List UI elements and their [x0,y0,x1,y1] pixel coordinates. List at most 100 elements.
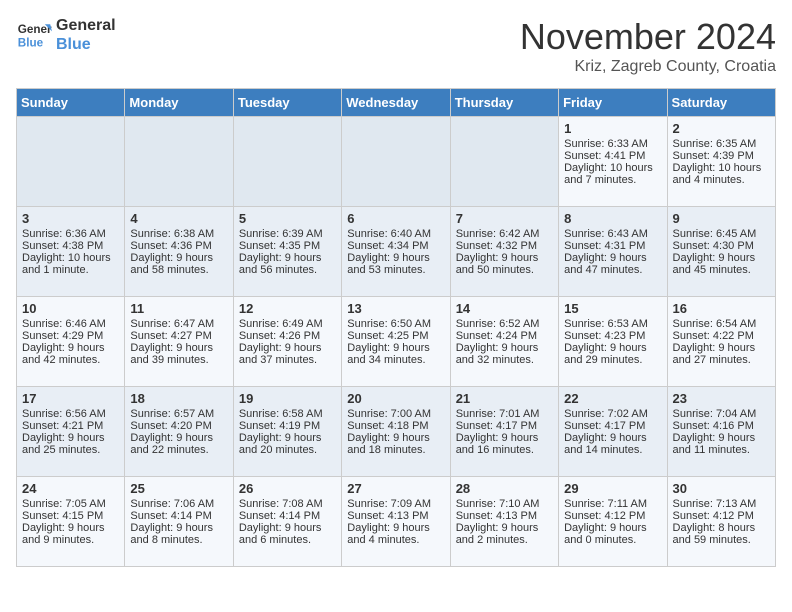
day-number: 20 [347,391,444,406]
day-number: 28 [456,481,553,496]
day-info: Daylight: 10 hours and 1 minute. [22,252,119,276]
day-info: Daylight: 9 hours and 11 minutes. [673,432,770,456]
day-number: 18 [130,391,227,406]
day-number: 27 [347,481,444,496]
day-number: 10 [22,301,119,316]
day-info: Sunrise: 7:00 AM [347,408,444,420]
day-info: Sunrise: 6:46 AM [22,318,119,330]
location: Kriz, Zagreb County, Croatia [520,58,776,76]
day-info: Sunset: 4:22 PM [673,330,770,342]
day-info: Sunset: 4:21 PM [22,420,119,432]
header-monday: Monday [125,89,233,117]
logo-icon: General Blue [16,17,52,53]
day-info: Daylight: 9 hours and 27 minutes. [673,342,770,366]
day-info: Sunrise: 6:33 AM [564,138,661,150]
day-number: 21 [456,391,553,406]
day-info: Sunrise: 6:56 AM [22,408,119,420]
calendar-table: SundayMondayTuesdayWednesdayThursdayFrid… [16,88,776,567]
day-info: Daylight: 9 hours and 9 minutes. [22,522,119,546]
day-info: Daylight: 9 hours and 4 minutes. [347,522,444,546]
logo-line1: General [56,16,116,35]
calendar-cell: 6Sunrise: 6:40 AMSunset: 4:34 PMDaylight… [342,207,450,297]
month-title: November 2024 [520,16,776,58]
calendar-cell: 20Sunrise: 7:00 AMSunset: 4:18 PMDayligh… [342,387,450,477]
calendar-cell: 30Sunrise: 7:13 AMSunset: 4:12 PMDayligh… [667,477,775,567]
day-info: Sunrise: 6:52 AM [456,318,553,330]
day-info: Sunrise: 7:09 AM [347,498,444,510]
day-info: Sunrise: 6:36 AM [22,228,119,240]
day-info: Sunset: 4:14 PM [130,510,227,522]
day-info: Sunset: 4:38 PM [22,240,119,252]
day-number: 30 [673,481,770,496]
day-info: Sunset: 4:27 PM [130,330,227,342]
day-info: Sunset: 4:32 PM [456,240,553,252]
calendar-cell: 7Sunrise: 6:42 AMSunset: 4:32 PMDaylight… [450,207,558,297]
header-sunday: Sunday [17,89,125,117]
calendar-week-0: 1Sunrise: 6:33 AMSunset: 4:41 PMDaylight… [17,117,776,207]
day-number: 14 [456,301,553,316]
calendar-cell: 1Sunrise: 6:33 AMSunset: 4:41 PMDaylight… [559,117,667,207]
day-info: Daylight: 9 hours and 14 minutes. [564,432,661,456]
calendar-week-1: 3Sunrise: 6:36 AMSunset: 4:38 PMDaylight… [17,207,776,297]
day-number: 13 [347,301,444,316]
day-info: Daylight: 10 hours and 7 minutes. [564,162,661,186]
calendar-cell: 4Sunrise: 6:38 AMSunset: 4:36 PMDaylight… [125,207,233,297]
day-info: Sunrise: 7:11 AM [564,498,661,510]
day-info: Sunset: 4:17 PM [564,420,661,432]
day-info: Daylight: 9 hours and 18 minutes. [347,432,444,456]
day-info: Sunset: 4:35 PM [239,240,336,252]
day-info: Daylight: 9 hours and 45 minutes. [673,252,770,276]
day-info: Sunset: 4:23 PM [564,330,661,342]
day-number: 24 [22,481,119,496]
day-info: Sunrise: 7:04 AM [673,408,770,420]
header-friday: Friday [559,89,667,117]
day-info: Daylight: 9 hours and 25 minutes. [22,432,119,456]
calendar-cell: 19Sunrise: 6:58 AMSunset: 4:19 PMDayligh… [233,387,341,477]
day-info: Sunset: 4:36 PM [130,240,227,252]
day-info: Daylight: 9 hours and 42 minutes. [22,342,119,366]
day-info: Sunset: 4:14 PM [239,510,336,522]
calendar-cell: 15Sunrise: 6:53 AMSunset: 4:23 PMDayligh… [559,297,667,387]
calendar-cell [450,117,558,207]
day-number: 15 [564,301,661,316]
day-number: 3 [22,211,119,226]
calendar-cell: 11Sunrise: 6:47 AMSunset: 4:27 PMDayligh… [125,297,233,387]
day-info: Sunrise: 7:02 AM [564,408,661,420]
day-info: Sunset: 4:29 PM [22,330,119,342]
calendar-header-row: SundayMondayTuesdayWednesdayThursdayFrid… [17,89,776,117]
day-info: Sunset: 4:31 PM [564,240,661,252]
day-info: Sunset: 4:12 PM [564,510,661,522]
calendar-cell: 22Sunrise: 7:02 AMSunset: 4:17 PMDayligh… [559,387,667,477]
day-info: Sunrise: 6:40 AM [347,228,444,240]
logo: General Blue General Blue [16,16,116,54]
day-info: Daylight: 9 hours and 20 minutes. [239,432,336,456]
day-info: Daylight: 9 hours and 2 minutes. [456,522,553,546]
day-info: Daylight: 9 hours and 22 minutes. [130,432,227,456]
calendar-cell: 29Sunrise: 7:11 AMSunset: 4:12 PMDayligh… [559,477,667,567]
calendar-week-3: 17Sunrise: 6:56 AMSunset: 4:21 PMDayligh… [17,387,776,477]
day-info: Daylight: 9 hours and 47 minutes. [564,252,661,276]
calendar-body: 1Sunrise: 6:33 AMSunset: 4:41 PMDaylight… [17,117,776,567]
day-info: Sunrise: 6:50 AM [347,318,444,330]
calendar-cell: 13Sunrise: 6:50 AMSunset: 4:25 PMDayligh… [342,297,450,387]
day-number: 12 [239,301,336,316]
day-info: Daylight: 9 hours and 6 minutes. [239,522,336,546]
day-info: Sunset: 4:13 PM [347,510,444,522]
header-wednesday: Wednesday [342,89,450,117]
day-number: 26 [239,481,336,496]
day-number: 19 [239,391,336,406]
day-info: Sunset: 4:25 PM [347,330,444,342]
day-info: Sunset: 4:15 PM [22,510,119,522]
calendar-cell: 12Sunrise: 6:49 AMSunset: 4:26 PMDayligh… [233,297,341,387]
day-info: Daylight: 10 hours and 4 minutes. [673,162,770,186]
calendar-cell [125,117,233,207]
day-number: 1 [564,121,661,136]
day-number: 16 [673,301,770,316]
calendar-cell: 8Sunrise: 6:43 AMSunset: 4:31 PMDaylight… [559,207,667,297]
day-info: Daylight: 9 hours and 39 minutes. [130,342,227,366]
day-info: Sunset: 4:20 PM [130,420,227,432]
calendar-cell: 2Sunrise: 6:35 AMSunset: 4:39 PMDaylight… [667,117,775,207]
day-info: Sunrise: 6:54 AM [673,318,770,330]
day-number: 4 [130,211,227,226]
day-info: Daylight: 9 hours and 29 minutes. [564,342,661,366]
